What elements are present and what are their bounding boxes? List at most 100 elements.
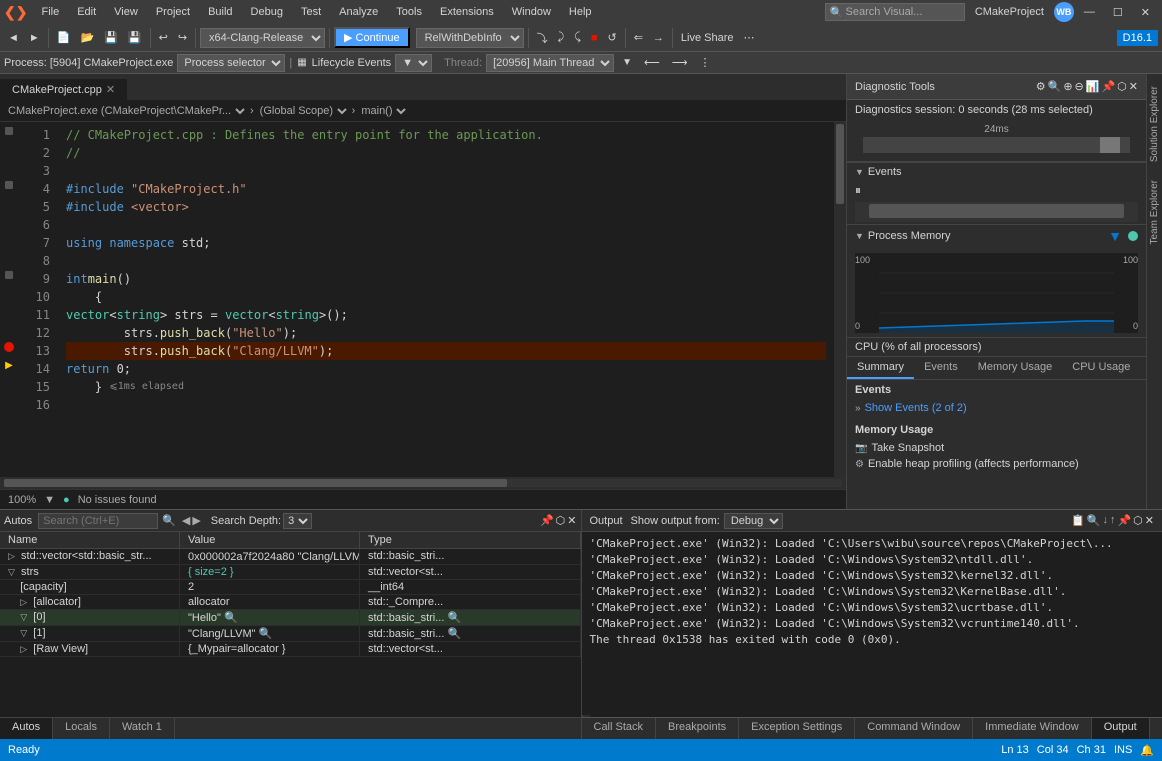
diagnostic-timeline[interactable]: 24ms bbox=[855, 120, 1138, 157]
search-type-6[interactable]: 🔍 bbox=[447, 628, 461, 640]
step-over-btn[interactable]: ⤵ bbox=[533, 28, 552, 48]
output-source-dropdown[interactable]: Debug bbox=[724, 513, 783, 529]
memory-dropdown-icon[interactable]: ▼ bbox=[1108, 228, 1122, 244]
diag-zoom-out-icon[interactable]: ⊖ bbox=[1075, 80, 1084, 93]
close-button[interactable]: ✕ bbox=[1133, 4, 1158, 21]
menu-tools[interactable]: Tools bbox=[388, 4, 430, 20]
process-dropdown[interactable]: Process selector bbox=[177, 54, 285, 72]
events-timeline[interactable] bbox=[855, 202, 1138, 222]
restore-button[interactable]: ☐ bbox=[1105, 4, 1131, 21]
autos-tab-locals[interactable]: Locals bbox=[53, 718, 110, 739]
user-avatar[interactable]: WB bbox=[1054, 2, 1074, 22]
diag-zoom-in-icon[interactable]: ⊕ bbox=[1063, 80, 1072, 93]
minimize-button[interactable]: — bbox=[1076, 4, 1103, 20]
redo-btn[interactable]: ↪ bbox=[174, 29, 191, 46]
autos-pin-btn[interactable]: 📌 bbox=[540, 514, 554, 527]
bc-func-dropdown[interactable]: main() bbox=[357, 104, 409, 118]
menu-debug[interactable]: Debug bbox=[243, 4, 291, 20]
continue-button[interactable]: ▶ Continue bbox=[334, 27, 410, 48]
output-toolbar-btn-4[interactable]: ↑ bbox=[1110, 514, 1116, 527]
search-type-5[interactable]: 🔍 bbox=[447, 612, 461, 624]
undo-btn[interactable]: ↩ bbox=[155, 29, 172, 46]
step-back-btn[interactable]: ⇐ bbox=[630, 29, 647, 46]
diag-expand-icon[interactable]: 🔍 bbox=[1048, 80, 1062, 93]
diag-tab-summary[interactable]: Summary bbox=[847, 357, 914, 379]
tab-close-btn[interactable]: ✕ bbox=[106, 83, 115, 96]
new-file-btn[interactable]: 📄 bbox=[53, 29, 75, 46]
expand-7[interactable]: ▷ bbox=[20, 644, 30, 655]
back-btn[interactable]: ◄ bbox=[4, 30, 23, 46]
diag-settings-icon[interactable]: ⚙ bbox=[1036, 80, 1046, 93]
breakpoint-13[interactable] bbox=[4, 342, 14, 352]
enable-heap-action[interactable]: ⚙ Enable heap profiling (affects perform… bbox=[855, 456, 1138, 472]
output-content[interactable]: 'CMakeProject.exe' (Win32): Loaded 'C:\U… bbox=[582, 532, 1162, 715]
show-events-label[interactable]: Show Events (2 of 2) bbox=[865, 402, 967, 414]
diag-float-icon[interactable]: ⬡ bbox=[1117, 80, 1127, 93]
editor-vscroll[interactable] bbox=[834, 122, 846, 477]
menu-view[interactable]: View bbox=[106, 4, 146, 20]
expand-5[interactable]: ▽ bbox=[20, 612, 30, 623]
expand-6[interactable]: ▽ bbox=[20, 628, 30, 639]
output-tab-output[interactable]: Output bbox=[1092, 718, 1150, 739]
solution-explorer-label[interactable]: Solution Explorer bbox=[1149, 78, 1160, 170]
team-explorer-label[interactable]: Team Explorer bbox=[1149, 172, 1160, 252]
output-tab-exceptions[interactable]: Exception Settings bbox=[739, 718, 855, 739]
autos-tab-watch1[interactable]: Watch 1 bbox=[110, 718, 175, 739]
output-tab-command[interactable]: Command Window bbox=[855, 718, 973, 739]
output-toolbar-btn-1[interactable]: 📋 bbox=[1071, 514, 1085, 527]
menu-help[interactable]: Help bbox=[561, 4, 600, 20]
autos-float-btn[interactable]: ⬡ bbox=[556, 514, 566, 527]
hscroll-track[interactable] bbox=[4, 479, 842, 487]
thread-nav-1[interactable]: ⟵ bbox=[640, 54, 664, 71]
events-dropdown[interactable]: ▼ bbox=[395, 54, 432, 72]
run-cursor-btn[interactable]: → bbox=[649, 30, 668, 46]
autos-close-btn[interactable]: ✕ bbox=[567, 514, 576, 527]
output-toolbar-btn-2[interactable]: 🔍 bbox=[1087, 514, 1101, 527]
bc-project-dropdown[interactable]: CMakeProject.exe (CMakeProject\CMakePr..… bbox=[4, 104, 248, 118]
expand-1[interactable]: ▷ bbox=[8, 551, 18, 562]
diag-chart-icon[interactable]: 📊 bbox=[1086, 80, 1100, 93]
search-val-5[interactable]: 🔍 bbox=[224, 612, 238, 624]
save-all-btn[interactable]: 💾 bbox=[124, 29, 146, 46]
output-toolbar-btn-3[interactable]: ↓ bbox=[1102, 514, 1108, 527]
expand-4[interactable]: ▷ bbox=[20, 597, 30, 608]
menu-edit[interactable]: Edit bbox=[69, 4, 104, 20]
menu-analyze[interactable]: Analyze bbox=[331, 4, 386, 20]
output-close-btn[interactable]: ✕ bbox=[1145, 514, 1154, 527]
menu-search-box[interactable]: 🔍 D16.1 Search Visual... bbox=[825, 3, 965, 21]
output-tab-breakpoints[interactable]: Breakpoints bbox=[656, 718, 739, 739]
autos-tab-autos[interactable]: Autos bbox=[0, 718, 53, 739]
code-lines[interactable]: // CMakeProject.cpp : Defines the entry … bbox=[58, 122, 834, 477]
output-pin-btn[interactable]: 📌 bbox=[1117, 514, 1131, 527]
autos-search-input[interactable] bbox=[38, 513, 158, 529]
nav-next-btn[interactable]: ▶ bbox=[192, 514, 200, 527]
stop-btn[interactable]: ■ bbox=[587, 30, 602, 46]
zoom-dropdown-icon[interactable]: ▼ bbox=[44, 494, 55, 506]
open-btn[interactable]: 📂 bbox=[76, 29, 98, 46]
forward-btn[interactable]: ► bbox=[25, 30, 44, 46]
take-snapshot-label[interactable]: Take Snapshot bbox=[871, 442, 944, 454]
code-editor[interactable]: ▶ 12345678 910111213141516 // CMakeProje… bbox=[0, 122, 846, 477]
enable-heap-label[interactable]: Enable heap profiling (affects performan… bbox=[868, 458, 1079, 470]
live-share-btn[interactable]: Live Share bbox=[677, 30, 738, 46]
editor-tab-cmake[interactable]: CMakeProject.cpp ✕ bbox=[0, 79, 128, 100]
show-events-row[interactable]: » Show Events (2 of 2) bbox=[855, 400, 1138, 416]
restart-btn[interactable]: ↺ bbox=[603, 29, 620, 46]
debug-target-dropdown[interactable]: RelWithDebInfo bbox=[416, 28, 524, 48]
output-tab-immediate[interactable]: Immediate Window bbox=[973, 718, 1092, 739]
output-tab-callstack[interactable]: Call Stack bbox=[582, 718, 657, 739]
search-val-6[interactable]: 🔍 bbox=[259, 628, 273, 640]
diag-tab-memory[interactable]: Memory Usage bbox=[968, 357, 1063, 379]
take-snapshot-action[interactable]: 📷 Take Snapshot bbox=[855, 440, 1138, 456]
menu-test[interactable]: Test bbox=[293, 4, 329, 20]
thread-nav-2[interactable]: ⟶ bbox=[668, 54, 692, 71]
thread-more[interactable]: ⋮ bbox=[696, 54, 715, 71]
step-out-btn[interactable]: ⤹ bbox=[570, 29, 585, 46]
memory-section-header[interactable]: ▼ Process Memory ▼ bbox=[847, 225, 1146, 247]
more-btn[interactable]: ⋯ bbox=[740, 29, 759, 46]
timeline-selection[interactable] bbox=[1100, 137, 1120, 153]
menu-build[interactable]: Build bbox=[200, 4, 240, 20]
menu-extensions[interactable]: Extensions bbox=[432, 4, 502, 20]
notification-icon[interactable]: 🔔 bbox=[1140, 744, 1154, 757]
zoom-level[interactable]: 100% bbox=[8, 494, 36, 506]
